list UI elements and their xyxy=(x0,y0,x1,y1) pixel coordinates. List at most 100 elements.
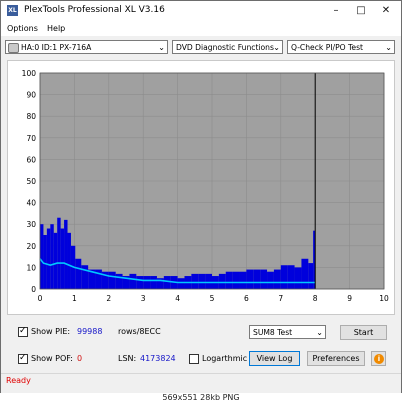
pi-po-chart: 10090807060504030201000 1 2 3 4 5 6 7 8 9 10 xyxy=(22,69,389,303)
x-tick-label: 6 xyxy=(244,294,249,303)
pi-bar xyxy=(43,235,47,289)
pi-bar xyxy=(163,276,171,289)
test-select-value: Q-Check PI/PO Test xyxy=(291,43,364,52)
menu-help[interactable]: Help xyxy=(47,24,65,33)
toolbar: HA:0 ID:1 PX-716A ⌄ DVD Diagnostic Funct… xyxy=(1,37,401,58)
pi-bar xyxy=(191,273,199,289)
info-icon: i xyxy=(374,354,384,364)
lsn-label: LSN: xyxy=(118,354,137,363)
pi-bar xyxy=(129,273,137,289)
pi-bar xyxy=(60,228,65,289)
x-tick-label: 1 xyxy=(72,294,77,303)
sum-test-select-value: SUM8 Test xyxy=(253,328,293,337)
x-tick-label: 9 xyxy=(347,294,352,303)
y-tick-label: 30 xyxy=(26,220,36,229)
y-tick-label: 40 xyxy=(26,199,36,208)
pi-bar xyxy=(115,273,123,289)
chevron-down-icon: ⌄ xyxy=(158,43,165,52)
y-tick-label: 20 xyxy=(26,242,36,251)
y-tick-label: 70 xyxy=(26,134,36,143)
pi-bar xyxy=(150,276,157,289)
x-tick-label: 4 xyxy=(175,294,180,303)
app-window: XL PlexTools Professional XL V3.16 – □ ✕… xyxy=(0,0,402,394)
pi-bar xyxy=(40,224,44,289)
chevron-down-icon: ⌄ xyxy=(273,43,280,52)
x-tick-label: 7 xyxy=(278,294,283,303)
status-text: Ready xyxy=(6,376,31,385)
pie-value: 99988 xyxy=(77,327,103,336)
pi-bar xyxy=(280,265,288,289)
drive-icon xyxy=(8,43,19,53)
info-button[interactable]: i xyxy=(371,351,386,366)
menu-options[interactable]: Options xyxy=(7,24,38,33)
start-button[interactable]: Start xyxy=(340,325,387,340)
x-tick-label: 0 xyxy=(38,294,43,303)
pi-bar xyxy=(301,258,309,289)
pi-bar xyxy=(75,258,82,289)
y-tick-label: 80 xyxy=(26,112,36,121)
pi-bar xyxy=(218,273,226,289)
pi-bar xyxy=(205,273,212,289)
pi-bar xyxy=(260,269,268,289)
chart-panel: 100 90 80 70 60 50 40 30 20 10 0 0 1 2 3 4 5 6 7 8 9 10 xyxy=(7,60,395,315)
pi-bar xyxy=(67,232,71,289)
pi-bar xyxy=(46,228,51,289)
pi-bar xyxy=(239,271,247,289)
chevron-down-icon: ⌄ xyxy=(316,328,323,337)
y-tick-label: 100 xyxy=(22,69,37,78)
pi-bar xyxy=(246,269,254,289)
sum-test-select[interactable]: SUM8 Test ⌄ xyxy=(249,325,326,339)
lsn-value: 4173824 xyxy=(140,354,176,363)
show-pof-checkbox[interactable]: ✓ xyxy=(18,353,28,364)
preferences-button[interactable]: Preferences xyxy=(307,351,365,366)
pi-bar xyxy=(232,271,240,289)
pi-bar xyxy=(253,269,261,289)
pi-bar xyxy=(57,217,61,289)
drive-select-value: HA:0 ID:1 PX-716A xyxy=(21,43,92,52)
pi-bar xyxy=(273,269,281,289)
logarithmic-checkbox[interactable] xyxy=(189,354,199,364)
window-title: PlexTools Professional XL V3.16 xyxy=(24,5,165,15)
pi-bar xyxy=(108,271,116,289)
pi-bar xyxy=(287,265,295,289)
test-select[interactable]: Q-Check PI/PO Test ⌄ xyxy=(287,40,395,54)
x-tick-label: 2 xyxy=(106,294,111,303)
show-pie-label: Show PIE: xyxy=(31,327,71,336)
pi-bar xyxy=(136,276,144,289)
x-tick-label: 8 xyxy=(313,294,318,303)
x-tick-label: 5 xyxy=(210,294,215,303)
pi-bar xyxy=(64,219,68,289)
pi-bar xyxy=(50,224,54,289)
y-tick-label: 90 xyxy=(26,91,36,100)
close-icon[interactable]: ✕ xyxy=(373,3,399,19)
pi-bar xyxy=(198,273,206,289)
pi-bar xyxy=(177,278,185,289)
maximize-icon[interactable]: □ xyxy=(348,3,374,19)
x-tick-label: 10 xyxy=(379,294,389,303)
rows-label: rows/8ECC xyxy=(118,327,161,336)
status-bar: Ready xyxy=(1,373,401,388)
y-tick-label: 60 xyxy=(26,155,36,164)
pi-bar xyxy=(53,232,58,289)
pi-bar xyxy=(267,271,274,289)
plextools-app-icon: XL xyxy=(7,5,18,16)
title-bar: XL PlexTools Professional XL V3.16 – □ ✕ xyxy=(1,1,401,21)
image-caption: 569x551 28kb PNG xyxy=(0,393,402,404)
menu-bar: Options Help xyxy=(1,21,401,36)
y-tick-label: 10 xyxy=(26,263,36,272)
bottom-controls: ✓ Show PIE: 99988 rows/8ECC ✓ Show POF: … xyxy=(1,316,401,372)
pi-bar xyxy=(225,271,233,289)
y-tick-label: 50 xyxy=(26,177,36,186)
show-pof-label: Show POF: xyxy=(31,354,73,363)
pi-bar xyxy=(143,276,151,289)
chevron-down-icon: ⌄ xyxy=(385,43,392,52)
logarithmic-label: Logarthmic xyxy=(202,354,248,363)
show-pie-checkbox[interactable]: ✓ xyxy=(18,326,28,337)
pi-bar xyxy=(308,263,314,289)
drive-select[interactable]: HA:0 ID:1 PX-716A ⌄ xyxy=(5,40,168,54)
minimize-icon[interactable]: – xyxy=(323,3,349,19)
y-tick-label: 0 xyxy=(31,285,36,294)
function-select[interactable]: DVD Diagnostic Functions ⌄ xyxy=(172,40,283,54)
view-log-button[interactable]: View Log xyxy=(249,351,300,366)
pof-value: 0 xyxy=(77,354,83,363)
